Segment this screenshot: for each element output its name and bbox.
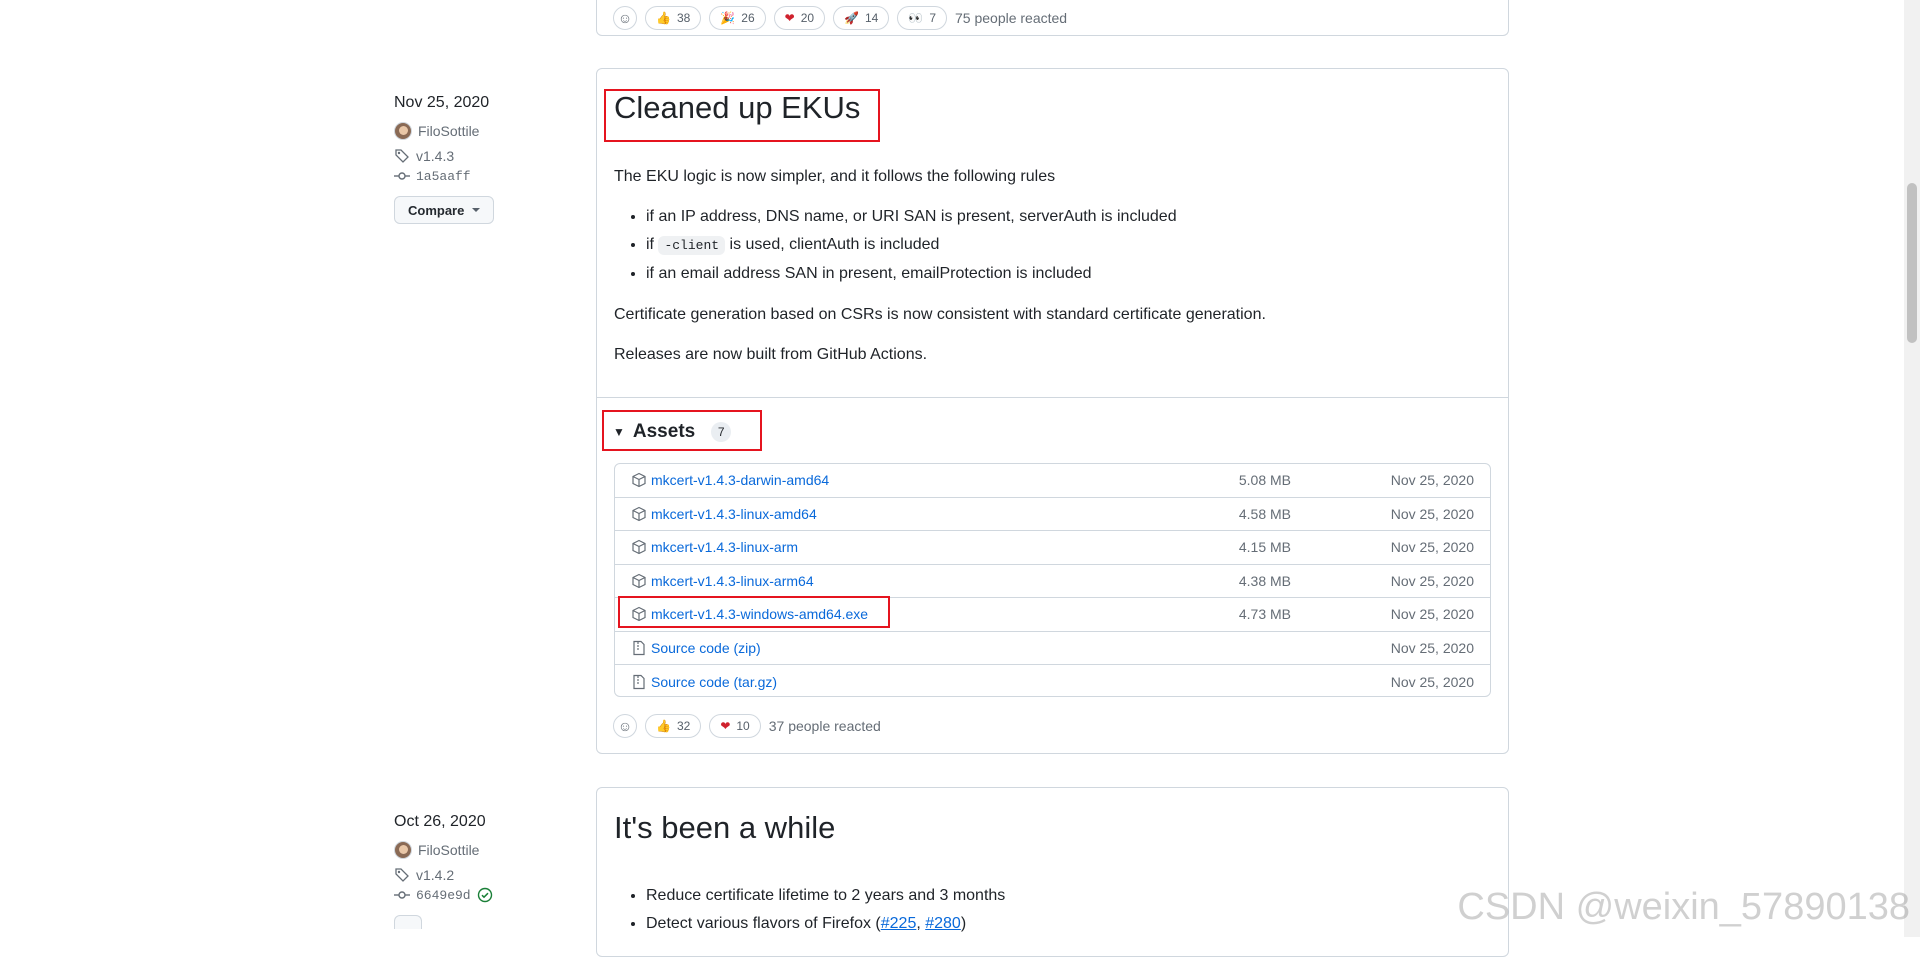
tag-link[interactable]: v1.4.2 (416, 867, 454, 883)
list-item: Reduce certificate lifetime to 2 years a… (646, 882, 1506, 910)
reactions-summary: 75 people reacted (955, 10, 1068, 26)
notes-list: Reduce certificate lifetime to 2 years a… (614, 882, 1506, 938)
reaction-eyes[interactable]: 👀 7 (897, 6, 947, 30)
asset-link[interactable]: mkcert-v1.4.3-linux-arm (651, 539, 798, 555)
asset-date: Nov 25, 2020 (1390, 639, 1474, 656)
release-author[interactable]: FiloSottile (394, 122, 574, 140)
file-zip-icon (633, 640, 645, 655)
scrollbar-thumb[interactable] (1907, 183, 1917, 343)
compare-button[interactable] (394, 915, 422, 929)
watermark: CSDN @weixin_57890138 (1457, 886, 1910, 928)
reaction-thumbs-up[interactable]: 👍 38 (645, 6, 702, 30)
asset-link[interactable]: mkcert-v1.4.3-linux-amd64 (651, 506, 817, 522)
release-meta: Oct 26, 2020 FiloSottile v1.4.2 6649e9d (394, 813, 574, 934)
bullet-suffix: ) (960, 915, 967, 932)
verified-check-icon (477, 887, 492, 903)
reaction-hooray[interactable]: 🎉 26 (709, 6, 766, 30)
asset-link[interactable]: mkcert-v1.4.3-darwin-amd64 (651, 472, 829, 488)
asset-date: Nov 25, 2020 (1390, 539, 1474, 556)
add-reaction-icon[interactable]: ☺ (613, 6, 637, 30)
previous-release-card: ☺ 👍 38 🎉 26 ❤ 20 🚀 14 👀 7 75 people reacted (596, 0, 1509, 36)
release-commit[interactable]: 6649e9d (394, 887, 574, 903)
list-item: if -client is used, clientAuth is includ… (646, 231, 1506, 260)
vertical-scrollbar[interactable] (1904, 0, 1920, 937)
source-code-zip-link[interactable]: Source code (zip) (651, 640, 761, 656)
tag-icon (395, 149, 409, 163)
asset-row: Source code (tar.gz) Nov 25, 2020 (615, 665, 1490, 696)
avatar (394, 841, 412, 859)
reaction-heart[interactable]: ❤ 10 (709, 714, 761, 738)
asset-row: mkcert-v1.4.3-linux-arm64 4.38 MB Nov 25… (615, 565, 1490, 598)
divider (597, 397, 1508, 398)
release-card: It's been a while Reduce certificate lif… (596, 787, 1509, 957)
release-date: Nov 25, 2020 (394, 94, 490, 111)
inline-code: -client (658, 236, 726, 255)
asset-size: 4.15 MB (1238, 539, 1291, 556)
release-meta: Nov 25, 2020 FiloSottile v1.4.3 1a5aaff … (394, 94, 574, 224)
highlight-assets-box (602, 410, 762, 451)
package-icon (632, 506, 646, 521)
release-tag[interactable]: v1.4.3 (394, 148, 574, 164)
tag-link[interactable]: v1.4.3 (416, 148, 454, 164)
rule-suffix: is used, clientAuth is included (729, 236, 940, 253)
asset-link[interactable]: mkcert-v1.4.3-linux-arm64 (651, 573, 814, 589)
package-icon (632, 573, 646, 588)
assets-list: mkcert-v1.4.3-darwin-amd64 5.08 MB Nov 2… (614, 463, 1491, 697)
add-reaction-icon[interactable]: ☺ (613, 714, 637, 738)
reaction-rocket[interactable]: 🚀 14 (833, 6, 890, 30)
compare-button[interactable]: Compare (394, 196, 495, 224)
asset-size: 5.08 MB (1238, 472, 1291, 489)
asset-size: 4.73 MB (1238, 606, 1291, 623)
release-reactions: ☺ 👍 32 ❤ 10 37 people reacted (613, 714, 881, 738)
release-author[interactable]: FiloSottile (394, 841, 574, 859)
asset-date: Nov 25, 2020 (1390, 472, 1474, 489)
asset-row: Source code (zip) Nov 25, 2020 (615, 632, 1490, 665)
asset-date: Nov 25, 2020 (1390, 572, 1474, 589)
asset-size: 4.58 MB (1238, 505, 1291, 522)
release-commit[interactable]: 1a5aaff (394, 168, 574, 184)
asset-row: mkcert-v1.4.3-linux-arm 4.15 MB Nov 25, … (615, 531, 1490, 565)
asset-row: mkcert-v1.4.3-linux-amd64 4.58 MB Nov 25… (615, 498, 1490, 531)
tag-icon (395, 868, 409, 882)
rule-prefix: if (646, 236, 654, 253)
list-item: if an IP address, DNS name, or URI SAN i… (646, 203, 1506, 231)
list-item: if an email address SAN in present, emai… (646, 260, 1506, 288)
previous-reactions: ☺ 👍 38 🎉 26 ❤ 20 🚀 14 👀 7 75 people reacted (613, 6, 1067, 30)
rules-list: if an IP address, DNS name, or URI SAN i… (614, 203, 1506, 288)
commit-icon (394, 891, 410, 899)
commit-link[interactable]: 1a5aaff (416, 169, 471, 184)
bullet-prefix: Detect various flavors of Firefox ( (646, 915, 881, 932)
issue-link-280[interactable]: #280 (925, 915, 961, 932)
release-date: Oct 26, 2020 (394, 813, 486, 830)
reaction-heart[interactable]: ❤ 20 (773, 6, 826, 30)
chevron-down-icon (472, 208, 481, 212)
source-code-targz-link[interactable]: Source code (tar.gz) (651, 674, 777, 690)
release-intro: The EKU logic is now simpler, and it fol… (614, 168, 1056, 185)
reaction-thumbs-up[interactable]: 👍 32 (645, 714, 702, 738)
author-link[interactable]: FiloSottile (418, 842, 479, 858)
compare-label: Compare (408, 202, 465, 218)
asset-date: Nov 25, 2020 (1390, 673, 1474, 690)
asset-date: Nov 25, 2020 (1390, 606, 1474, 623)
asset-size: 4.38 MB (1238, 572, 1291, 589)
package-icon (632, 473, 646, 488)
commit-icon (394, 172, 410, 180)
author-link[interactable]: FiloSottile (418, 123, 479, 139)
commit-link[interactable]: 6649e9d (416, 888, 471, 903)
highlight-windows-asset-box (618, 596, 890, 628)
list-item: Detect various flavors of Firefox (#225,… (646, 910, 1506, 938)
highlight-title-box (604, 89, 880, 142)
release-tag[interactable]: v1.4.2 (394, 867, 574, 883)
file-zip-icon (633, 674, 645, 689)
bullet-sep: , (916, 915, 926, 932)
package-icon (632, 540, 646, 555)
avatar (394, 122, 412, 140)
asset-row: mkcert-v1.4.3-darwin-amd64 5.08 MB Nov 2… (615, 464, 1490, 498)
issue-link-225[interactable]: #225 (881, 915, 917, 932)
release-title[interactable]: It's been a while (614, 810, 835, 846)
reactions-summary: 37 people reacted (768, 718, 881, 734)
release-paragraph: Releases are now built from GitHub Actio… (614, 346, 928, 363)
asset-date: Nov 25, 2020 (1390, 505, 1474, 522)
release-paragraph: Certificate generation based on CSRs is … (614, 306, 1266, 323)
